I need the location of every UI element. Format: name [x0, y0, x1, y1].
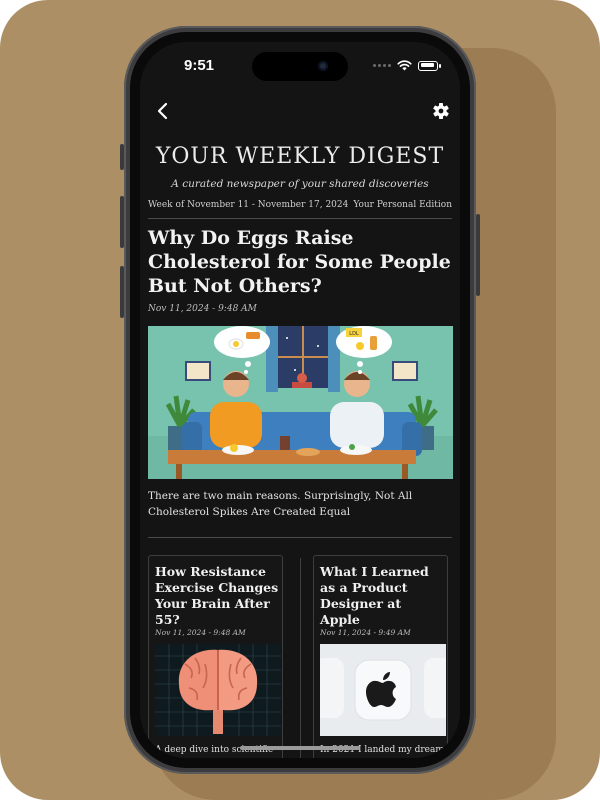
- masthead-divider: [148, 218, 452, 219]
- article-card-brain[interactable]: How Resistance Exercise Changes Your Bra…: [148, 555, 283, 758]
- column-divider: [300, 558, 301, 758]
- article-card-date: Nov 11, 2024 - 9:49 AM: [320, 628, 411, 637]
- power-button: [476, 214, 480, 296]
- lead-article-summary: There are two main reasons. Surprisingly…: [148, 490, 413, 518]
- article-card-title: How Resistance Exercise Changes Your Bra…: [155, 564, 279, 627]
- section-divider: [148, 537, 452, 538]
- article-card-date: Nov 11, 2024 - 9:48 AM: [155, 628, 246, 637]
- cellular-signal-icon: [373, 64, 391, 67]
- lead-article-title[interactable]: Why Do Eggs Raise Cholesterol for Some P…: [148, 226, 454, 298]
- brain-image: [155, 644, 281, 736]
- week-range: Week of November 11 - November 17, 2024: [148, 200, 349, 210]
- apple-image: [320, 644, 446, 736]
- status-time: 9:51: [184, 57, 215, 74]
- app-screen: 9:51 YOUR WEEKLY DIGEST A curated newspa…: [140, 42, 460, 758]
- article-card-title: What I Learned as a Product Designer at …: [320, 564, 429, 627]
- battery-icon: [418, 60, 441, 71]
- ldl-label: LDL: [349, 331, 359, 337]
- article-card-apple[interactable]: What I Learned as a Product Designer at …: [313, 555, 448, 758]
- lead-article-image[interactable]: LDL: [148, 326, 453, 479]
- status-icons: [373, 60, 441, 71]
- gear-icon[interactable]: [428, 98, 454, 124]
- wifi-icon: [397, 60, 412, 71]
- lead-article-date: Nov 11, 2024 - 9:48 AM: [148, 304, 257, 314]
- canvas: 9:51 YOUR WEEKLY DIGEST A curated newspa…: [0, 0, 600, 800]
- dynamic-island: [252, 52, 348, 81]
- home-indicator[interactable]: [240, 746, 360, 750]
- newspaper-tagline: A curated newspaper of your shared disco…: [171, 178, 429, 190]
- camera-icon: [318, 61, 328, 71]
- newspaper-title: YOUR WEEKLY DIGEST: [155, 144, 445, 169]
- chevron-left-icon[interactable]: [150, 98, 176, 124]
- edition-row: Week of November 11 - November 17, 2024 …: [148, 200, 452, 210]
- edition-label: Your Personal Edition: [353, 200, 452, 210]
